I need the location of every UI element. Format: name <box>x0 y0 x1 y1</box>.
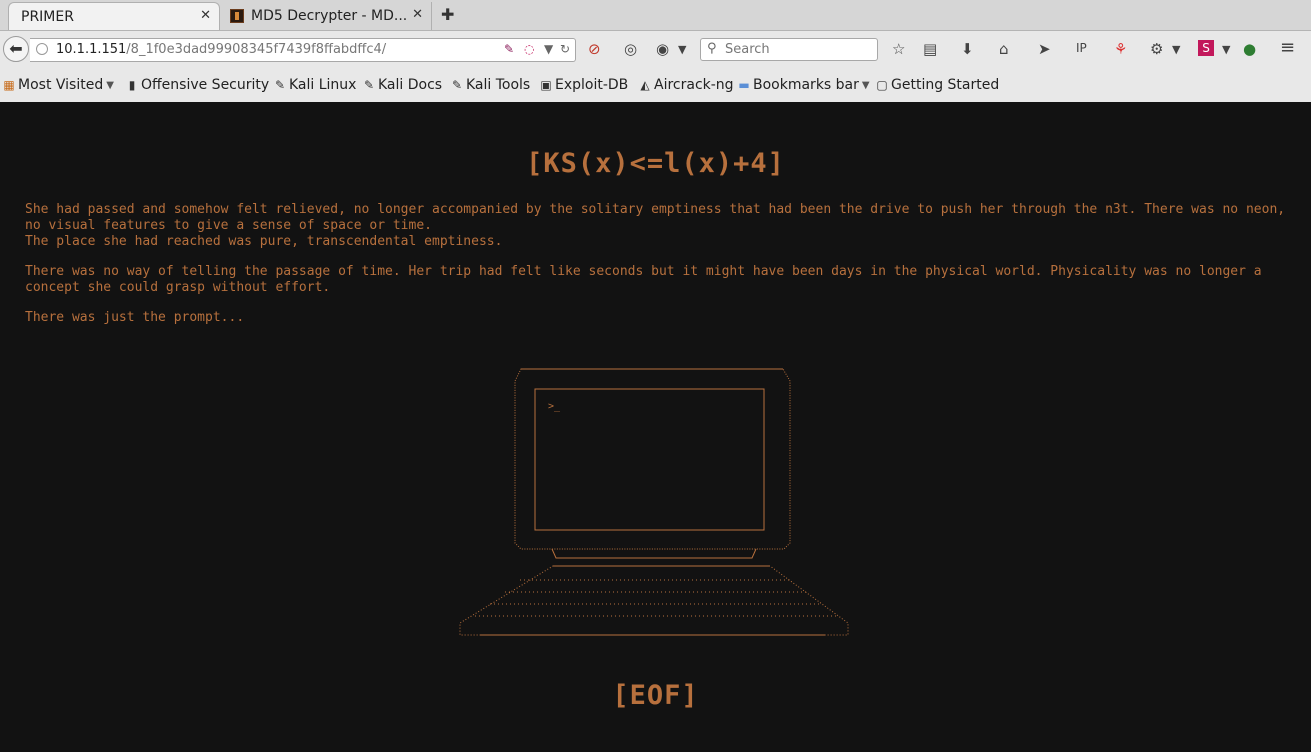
tamper-icon[interactable]: ⚙ <box>1150 40 1163 58</box>
navigation-bar: ⬅ 10.1.1.151/8_1f0e3dad99908345f7439f8ff… <box>0 31 1311 67</box>
close-tab-icon[interactable]: ✕ <box>412 7 423 22</box>
shield-icon[interactable]: ● <box>1243 40 1256 58</box>
bookmark-star-icon[interactable]: ☆ <box>892 40 905 58</box>
terminal-prompt: >_ <box>548 401 561 412</box>
reading-list-icon[interactable]: ▤ <box>923 40 937 58</box>
dropdown-arrow-icon[interactable]: ▼ <box>678 43 686 56</box>
dropdown-arrow-icon[interactable]: ▼ <box>1222 43 1230 56</box>
bookmark-label: Kali Docs <box>378 77 443 93</box>
download-icon[interactable]: ⬇ <box>961 40 974 58</box>
globe-icon <box>36 43 48 55</box>
bookmark-label: Aircrack-ng <box>654 77 734 93</box>
search-box[interactable]: ⚲ Search <box>700 38 878 61</box>
bookmark-item[interactable]: ✎ Kali Linux <box>274 77 357 93</box>
eof-marker: [EOF] <box>612 680 699 711</box>
dropdown-arrow-icon[interactable]: ▼ <box>544 42 553 56</box>
bookmark-label: Getting Started <box>891 77 1000 93</box>
tab-primer[interactable]: PRIMER ✕ <box>8 2 220 30</box>
tab-md5-decrypter[interactable]: MD5 Decrypter - MD... ✕ <box>222 2 432 30</box>
bookmark-item[interactable]: ▢ Getting Started <box>876 77 999 93</box>
tab-title: MD5 Decrypter - MD... <box>251 8 408 24</box>
tab-title: PRIMER <box>21 8 74 25</box>
s-addon-icon[interactable]: S <box>1198 40 1214 56</box>
offsec-icon: ▮ <box>128 78 136 92</box>
page-icon: ▢ <box>876 78 888 92</box>
tab-bar: PRIMER ✕ MD5 Decrypter - MD... ✕ ✚ <box>0 0 1311 31</box>
most-visited-icon: ▦ <box>3 78 15 92</box>
new-tab-button[interactable]: ✚ <box>441 5 454 24</box>
bookmark-item[interactable]: ▦ Most Visited ▼ <box>3 77 114 93</box>
reload-icon[interactable]: ↻ <box>560 42 570 56</box>
home-icon[interactable]: ⌂ <box>999 40 1009 58</box>
close-tab-icon[interactable]: ✕ <box>200 8 211 23</box>
aircrack-icon: ◭ <box>640 78 650 92</box>
ip-icon[interactable]: IP <box>1076 41 1087 55</box>
bookmark-item[interactable]: ◭ Aircrack-ng <box>639 77 734 93</box>
bookmark-label: Most Visited <box>18 77 104 93</box>
dropdown-arrow-icon[interactable]: ▼ <box>1172 43 1180 56</box>
kali-icon: ✎ <box>451 78 463 92</box>
cookie-icon[interactable]: ⚘ <box>1114 40 1127 58</box>
url-text[interactable]: 10.1.1.151/8_1f0e3dad99908345f7439f8ffab… <box>56 42 386 57</box>
noscript-icon[interactable]: ⊘ <box>588 40 601 58</box>
search-icon: ⚲ <box>707 41 717 56</box>
bookmark-label: Offensive Security <box>141 77 270 93</box>
bookmark-item[interactable]: ▬ Bookmarks bar ▼ <box>738 77 870 93</box>
bookmark-label: Kali Tools <box>466 77 531 93</box>
kali-icon: ✎ <box>363 78 375 92</box>
kali-dragon-icon[interactable]: ✎ <box>504 42 514 56</box>
page-content: [KS(x)<=l(x)+4] She had passed and someh… <box>0 102 1311 752</box>
exploitdb-icon: ▣ <box>540 78 552 92</box>
ascii-computer-illustration: >_ <box>459 368 849 636</box>
menu-icon[interactable]: ≡ <box>1280 37 1295 58</box>
palette-icon[interactable]: ◎ <box>624 40 637 58</box>
bookmark-label: Bookmarks bar <box>753 77 859 93</box>
debian-icon[interactable]: ◌ <box>524 42 534 56</box>
bookmark-item[interactable]: ▣ Exploit-DB <box>540 77 628 93</box>
story-paragraph: She had passed and somehow felt relieved… <box>25 202 1286 249</box>
story-paragraph: There was no way of telling the passage … <box>25 264 1270 295</box>
bookmark-item[interactable]: ▮ Offensive Security <box>126 77 270 93</box>
bookmarks-toolbar: ▦ Most Visited ▼ ▮ Offensive Security ✎ Kali L… <box>0 72 1311 100</box>
browser-chrome: PRIMER ✕ MD5 Decrypter - MD... ✕ ✚ ⬅ 10.… <box>0 0 1311 102</box>
bookmark-item[interactable]: ✎ Kali Docs <box>363 77 442 93</box>
bookmark-item[interactable]: ✎ Kali Tools <box>451 77 530 93</box>
bookmark-label: Exploit-DB <box>555 77 629 93</box>
globe-addon-icon[interactable]: ◉ <box>656 40 669 58</box>
story-paragraph: There was just the prompt... <box>25 310 245 325</box>
bookmark-label: Kali Linux <box>289 77 357 93</box>
md5-favicon-icon <box>230 9 244 23</box>
dropdown-arrow-icon[interactable]: ▼ <box>106 80 114 91</box>
url-bar[interactable]: 10.1.1.151/8_1f0e3dad99908345f7439f8ffab… <box>30 38 576 62</box>
search-placeholder: Search <box>725 42 770 57</box>
back-button[interactable]: ⬅ <box>3 36 29 62</box>
send-icon[interactable]: ➤ <box>1038 40 1051 58</box>
folder-icon: ▬ <box>738 78 750 92</box>
kali-icon: ✎ <box>274 78 286 92</box>
dropdown-arrow-icon[interactable]: ▼ <box>862 80 870 91</box>
page-title: [KS(x)<=l(x)+4] <box>526 148 785 179</box>
